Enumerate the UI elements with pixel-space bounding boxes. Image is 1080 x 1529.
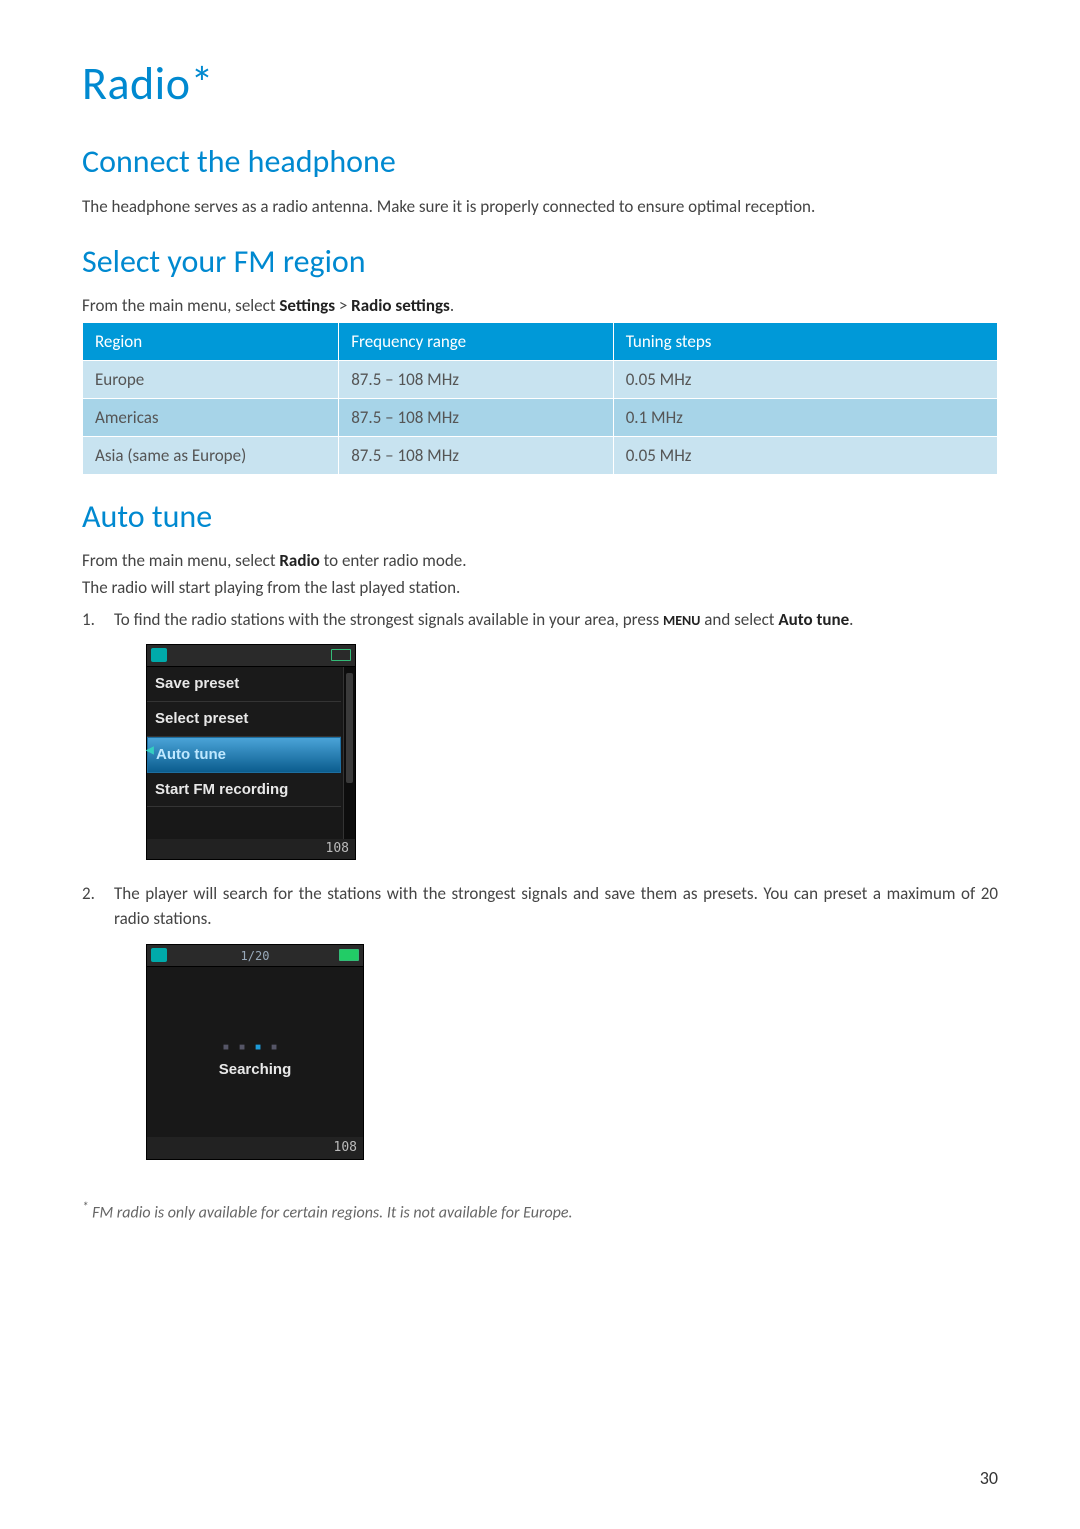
text: From the main menu, select [82, 550, 279, 571]
table-row: Europe 87.5 – 108 MHz 0.05 MHz [83, 360, 998, 398]
scrollbar-thumb [346, 673, 353, 783]
list-item: 2. The player will search for the statio… [82, 882, 998, 1159]
auto-tune-steps: 1. To find the radio stations with the s… [82, 608, 998, 1160]
para-auto-tune-1: From the main menu, select Radio to ente… [82, 550, 998, 571]
device-footer: 108 [147, 839, 355, 859]
text-bold: Radio [279, 550, 319, 571]
heading-connect-headphone: Connect the headphone [82, 142, 998, 181]
device-titlebar [147, 645, 355, 667]
cell-tuning: 0.05 MHz [613, 436, 997, 474]
text: and select [700, 609, 778, 630]
th-frequency-range: Frequency range [339, 322, 614, 360]
text: The player will search for the stations … [114, 883, 998, 929]
region-table: Region Frequency range Tuning steps Euro… [82, 322, 998, 475]
text-bold: Radio settings [351, 295, 450, 316]
text: To find the radio stations with the stro… [114, 609, 663, 630]
dot-icon: ■ [223, 1042, 239, 1053]
th-region: Region [83, 322, 339, 360]
battery-icon [339, 949, 359, 961]
cell-frequency: 87.5 – 108 MHz [339, 436, 614, 474]
device-menu-item: Save preset [147, 667, 341, 702]
dot-icon: ■ [271, 1042, 287, 1053]
cell-region: Europe [83, 360, 339, 398]
device-menu-list: Save preset Select preset Auto tune Star… [147, 667, 341, 807]
device-scrollbar [343, 667, 355, 839]
text: > [335, 295, 351, 316]
device-status-label: Searching [147, 1059, 363, 1081]
text: . [849, 609, 853, 630]
device-menu-item: Start FM recording [147, 773, 341, 808]
footnote-text: FM radio is only available for certain r… [92, 1203, 572, 1222]
footnote-asterisk: * [82, 1200, 88, 1215]
cell-tuning: 0.1 MHz [613, 398, 997, 436]
device-menu-item-selected: Auto tune [147, 737, 341, 773]
para-connect-headphone: The headphone serves as a radio antenna.… [82, 195, 998, 220]
heading-select-region: Select your FM region [82, 242, 998, 281]
radio-icon [151, 648, 167, 662]
th-tuning-steps: Tuning steps [613, 322, 997, 360]
device-menu-item: Select preset [147, 702, 341, 737]
cell-frequency: 87.5 – 108 MHz [339, 360, 614, 398]
para-auto-tune-2: The radio will start playing from the la… [82, 577, 998, 598]
para-select-region-intro: From the main menu, select Settings > Ra… [82, 295, 998, 316]
text: to enter radio mode. [320, 550, 467, 571]
device-screenshot-menu: Save preset Select preset Auto tune Star… [146, 644, 356, 860]
dot-icon: ■ [239, 1042, 255, 1053]
text-menu-keyword: MENU [663, 612, 700, 629]
device-footer: 108 [147, 1137, 363, 1159]
dot-icon: ■ [255, 1042, 271, 1053]
step-number: 2. [82, 882, 95, 907]
text-bold: Auto tune [778, 609, 849, 630]
table-row: Asia (same as Europe) 87.5 – 108 MHz 0.0… [83, 436, 998, 474]
device-screenshot-searching: 1/20 ■■■■ Searching 108 [146, 944, 364, 1160]
text-bold: Settings [279, 295, 335, 316]
list-item: 1. To find the radio stations with the s… [82, 608, 998, 861]
table-row: Americas 87.5 – 108 MHz 0.1 MHz [83, 398, 998, 436]
battery-icon [331, 649, 351, 661]
table-header-row: Region Frequency range Tuning steps [83, 322, 998, 360]
device-preset-count: 1/20 [147, 945, 363, 967]
cell-frequency: 87.5 – 108 MHz [339, 398, 614, 436]
page-title: Radio* [82, 56, 998, 112]
page-number: 30 [980, 1467, 998, 1489]
footnote: * FM radio is only available for certain… [82, 1200, 998, 1222]
device-titlebar: 1/20 [147, 945, 363, 967]
heading-auto-tune: Auto tune [82, 497, 998, 536]
text: . [450, 295, 454, 316]
step-number: 1. [82, 608, 95, 633]
cell-tuning: 0.05 MHz [613, 360, 997, 398]
progress-dots: ■■■■ [147, 1041, 363, 1056]
cell-region: Asia (same as Europe) [83, 436, 339, 474]
text: From the main menu, select [82, 295, 279, 316]
cell-region: Americas [83, 398, 339, 436]
